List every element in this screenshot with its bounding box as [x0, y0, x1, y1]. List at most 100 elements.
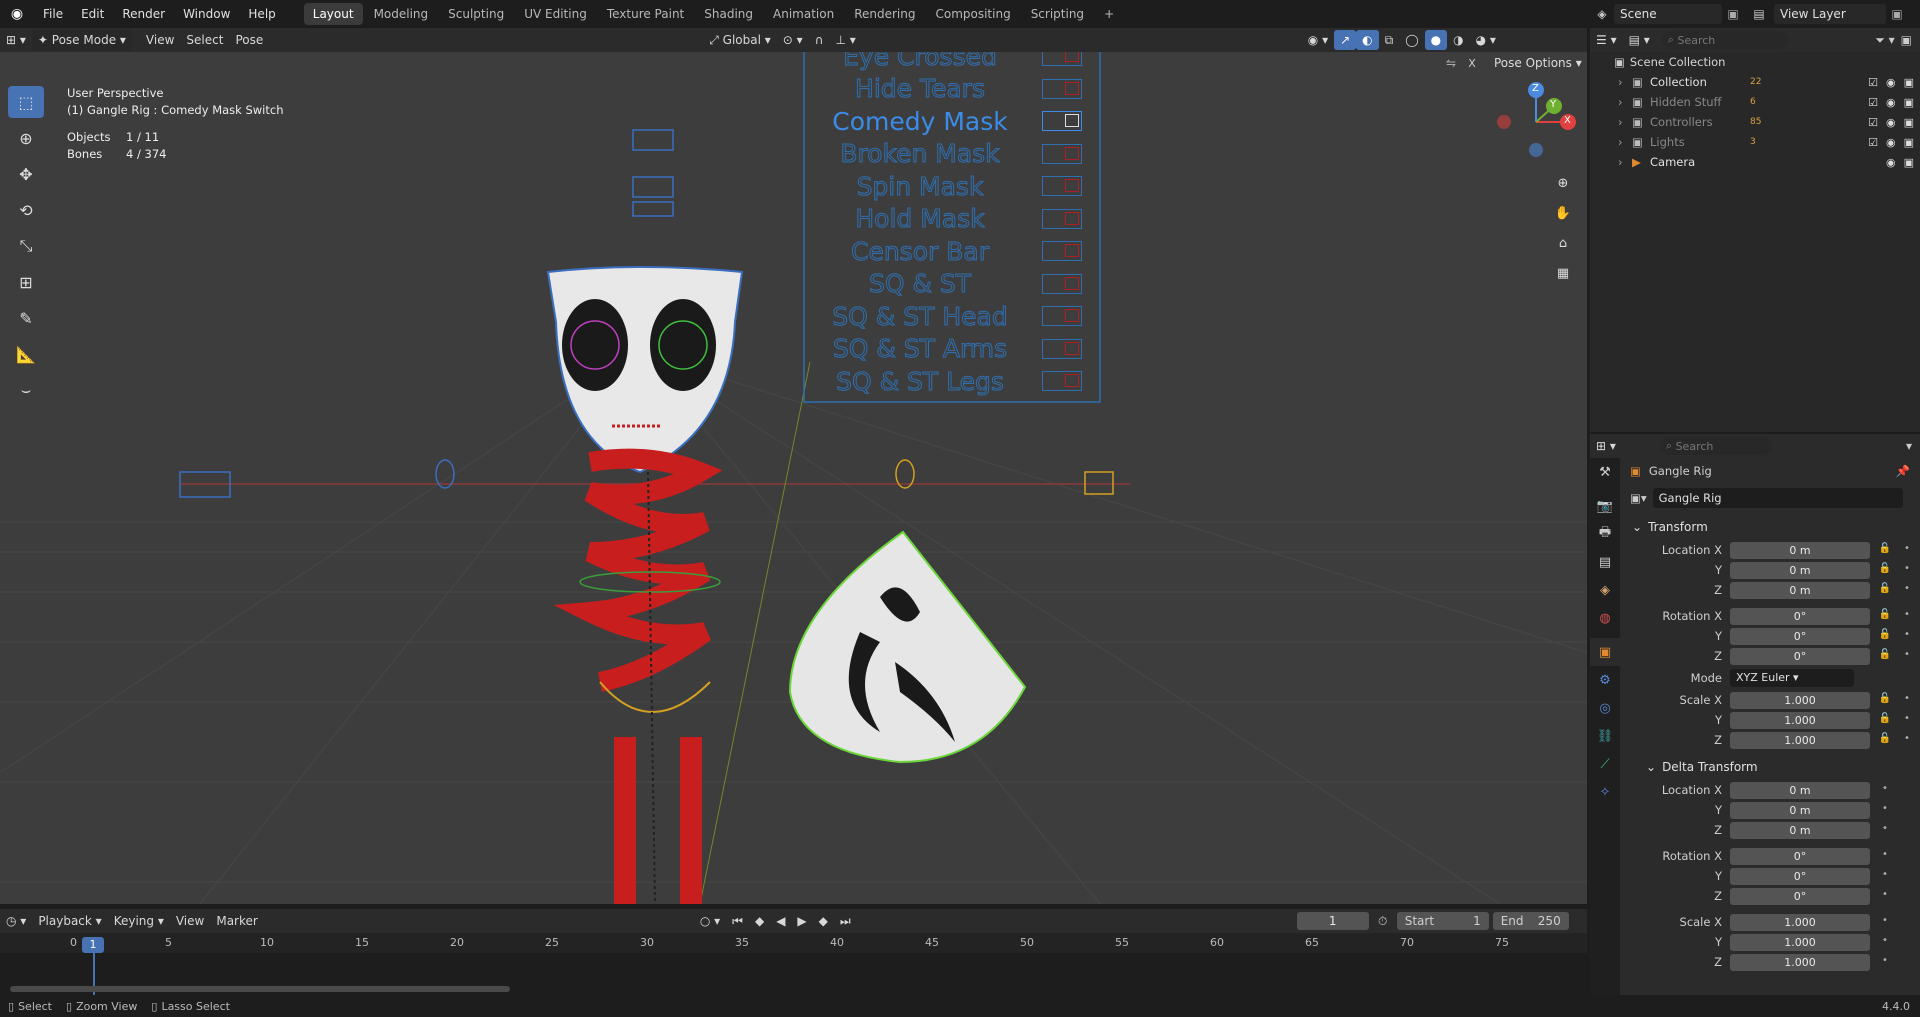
play-reverse-icon[interactable]: ◀ [770, 911, 791, 931]
menu-timeline-view[interactable]: View [170, 911, 210, 931]
delta-transform-panel-header[interactable]: ⌄ Delta Transform [1620, 756, 1920, 778]
outliner-row-collection[interactable]: › ▣ Collection 22 ☑ ◉ ▣ [1590, 72, 1920, 92]
property-field[interactable]: 0 m [1730, 821, 1870, 839]
mode-selector[interactable]: ✦ Pose Mode ▾ [31, 30, 132, 50]
view-layer-tab-icon[interactable]: ▤ [1590, 548, 1620, 576]
keyframe-dot-icon[interactable]: • [1878, 823, 1892, 837]
zoom-icon[interactable]: ⊕ [1550, 170, 1576, 196]
keyframe-dot-icon[interactable]: • [1878, 803, 1892, 817]
keyframe-dot-icon[interactable]: • [1900, 629, 1914, 643]
rig-ui-item[interactable]: Hide Tears [820, 73, 1100, 106]
keyframe-dot-icon[interactable] [1900, 849, 1914, 863]
solid-shading-icon[interactable]: ● [1424, 30, 1448, 50]
jump-end-icon[interactable]: ⏭ [834, 911, 857, 931]
move-icon[interactable]: ✥ [8, 158, 44, 190]
rig-ui-checkbox[interactable] [1042, 273, 1082, 294]
pose-options-dropdown[interactable]: Pose Options ▾ [1494, 56, 1582, 70]
object-tab-icon[interactable]: ▣ [1590, 638, 1620, 666]
xray-icon[interactable]: ⧉ [1379, 30, 1400, 50]
outliner-row-hidden-stuff[interactable]: › ▣ Hidden Stuff 6 ☑ ◉ ▣ [1590, 92, 1920, 112]
menu-render[interactable]: Render [113, 0, 174, 28]
keyframe-dot-icon[interactable]: • [1878, 783, 1892, 797]
object-datablock-icon[interactable]: ▣▾ [1630, 491, 1647, 505]
constraints-tab-icon[interactable]: ⛓ [1590, 722, 1620, 750]
keyframe-dot-icon[interactable]: • [1900, 583, 1914, 597]
scene-collection-row[interactable]: ▣ Scene Collection [1590, 52, 1920, 72]
property-field[interactable]: 0 m [1730, 541, 1870, 559]
ortho-grid-icon[interactable]: ▦ [1550, 260, 1576, 286]
annotate-icon[interactable]: ✎ [8, 302, 44, 334]
outliner-row-controllers[interactable]: › ▣ Controllers 85 ☑ ◉ ▣ [1590, 112, 1920, 132]
menu-edit[interactable]: Edit [72, 0, 113, 28]
timeline-area[interactable]: 0 5 10 15 20 25 30 35 40 45 50 55 60 65 70 75 1 [0, 933, 1587, 995]
orientation-selector[interactable]: ⤢ Global ▾ [703, 30, 777, 50]
menu-pose[interactable]: Pose [229, 30, 269, 50]
rig-ui-checkbox[interactable] [1042, 208, 1082, 229]
rig-ui-item[interactable]: Spin Mask [820, 170, 1100, 203]
end-field[interactable]: End 250 [1492, 912, 1569, 930]
tab-layout[interactable]: Layout [303, 3, 363, 25]
menu-help[interactable]: Help [239, 0, 284, 28]
property-field[interactable]: 1.000 [1730, 933, 1870, 951]
chevron-right-icon[interactable]: › [1618, 135, 1632, 149]
new-scene-icon[interactable]: ▣ [1722, 7, 1744, 21]
menu-select[interactable]: Select [180, 30, 229, 50]
property-field[interactable]: 1.000 [1730, 691, 1870, 709]
auto-key-icon[interactable]: ○ ▾ [694, 911, 726, 931]
camera-view-icon[interactable]: ⌂ [1550, 230, 1576, 256]
rig-ui-item[interactable]: Broken Mask [820, 138, 1100, 171]
chevron-right-icon[interactable]: › [1618, 95, 1632, 109]
rig-ui-item[interactable]: SQ & ST [820, 268, 1100, 301]
3d-viewport[interactable]: Eye Crossed Hide Tears Comedy Mask Broken M… [0, 52, 1587, 904]
chevron-right-icon[interactable]: › [1618, 75, 1632, 89]
start-field[interactable]: Start 1 [1396, 912, 1489, 930]
menu-playback[interactable]: Playback ▾ [32, 911, 107, 931]
keyframe-dot-icon[interactable]: • [1878, 869, 1892, 883]
preview-range-icon[interactable]: ⏱ [1369, 914, 1397, 929]
rig-ui-item[interactable]: SQ & ST Head [820, 300, 1100, 333]
rig-ui-checkbox[interactable] [1042, 241, 1082, 262]
measure-icon[interactable]: 📐 [8, 338, 44, 370]
pivot-icon[interactable]: ⊙ ▾ [777, 30, 809, 50]
property-field[interactable]: 1.000 [1730, 731, 1870, 749]
properties-editor-icon[interactable]: ⊞ ▾ [1590, 436, 1622, 456]
rig-ui-item[interactable]: Eye Crossed [820, 52, 1100, 73]
rig-ui-item[interactable]: Comedy Mask [820, 105, 1100, 138]
cursor-icon[interactable]: ⊕ [8, 122, 44, 154]
pan-hand-icon[interactable]: ✋ [1550, 200, 1576, 226]
modifiers-tab-icon[interactable]: ⚙ [1590, 666, 1620, 694]
camera-render-icon[interactable]: ▣ [1904, 96, 1914, 109]
keyframe-dot-icon[interactable]: • [1900, 543, 1914, 557]
rig-ui-checkbox[interactable] [1042, 306, 1082, 327]
select-box-icon[interactable]: ⬚ [8, 86, 44, 118]
outliner-row-lights[interactable]: › ▣ Lights 3 ☑ ◉ ▣ [1590, 132, 1920, 152]
rig-ui-item[interactable]: Censor Bar [820, 235, 1100, 268]
property-field[interactable]: 1.000 [1730, 953, 1870, 971]
tab-texture-paint[interactable]: Texture Paint [598, 3, 693, 25]
snap-icon[interactable]: ∩ [809, 30, 830, 50]
new-view-layer-icon[interactable]: ▣ [1886, 7, 1908, 21]
keyframe-dot-icon[interactable] [1900, 955, 1914, 969]
lock-icon[interactable]: 🔓 [1878, 563, 1892, 577]
snap-target-icon[interactable]: ⊥ ▾ [829, 30, 861, 50]
property-field[interactable]: 1.000 [1730, 913, 1870, 931]
property-field[interactable]: 0° [1730, 867, 1870, 885]
keyframe-dot-icon[interactable]: • [1878, 955, 1892, 969]
pin-icon[interactable]: 📌 [1896, 464, 1910, 478]
rig-ui-checkbox[interactable] [1042, 143, 1082, 164]
chevron-right-icon[interactable]: › [1618, 155, 1632, 169]
lock-icon[interactable]: 🔓 [1878, 733, 1892, 747]
scale-icon[interactable]: ⤡ [8, 230, 44, 262]
scene-tab-icon[interactable]: ◈ [1590, 576, 1620, 604]
armature-data-tab-icon[interactable]: ⟋ [1590, 750, 1620, 778]
mirror-icon[interactable]: ⇋ [1440, 56, 1462, 70]
checkbox-icon[interactable]: ☑ [1868, 76, 1878, 89]
property-field[interactable]: 1.000 [1730, 711, 1870, 729]
rig-ui-checkbox[interactable] [1042, 52, 1082, 67]
lock-icon[interactable]: 🔓 [1878, 713, 1892, 727]
keyframe-dot-icon[interactable]: • [1878, 889, 1892, 903]
eye-icon[interactable]: ◉ [1886, 76, 1896, 89]
properties-search[interactable]: ⌕ Search [1659, 437, 1772, 455]
keyframe-dot-icon[interactable]: • [1900, 649, 1914, 663]
wireframe-shading-icon[interactable]: ◯ [1399, 30, 1424, 50]
